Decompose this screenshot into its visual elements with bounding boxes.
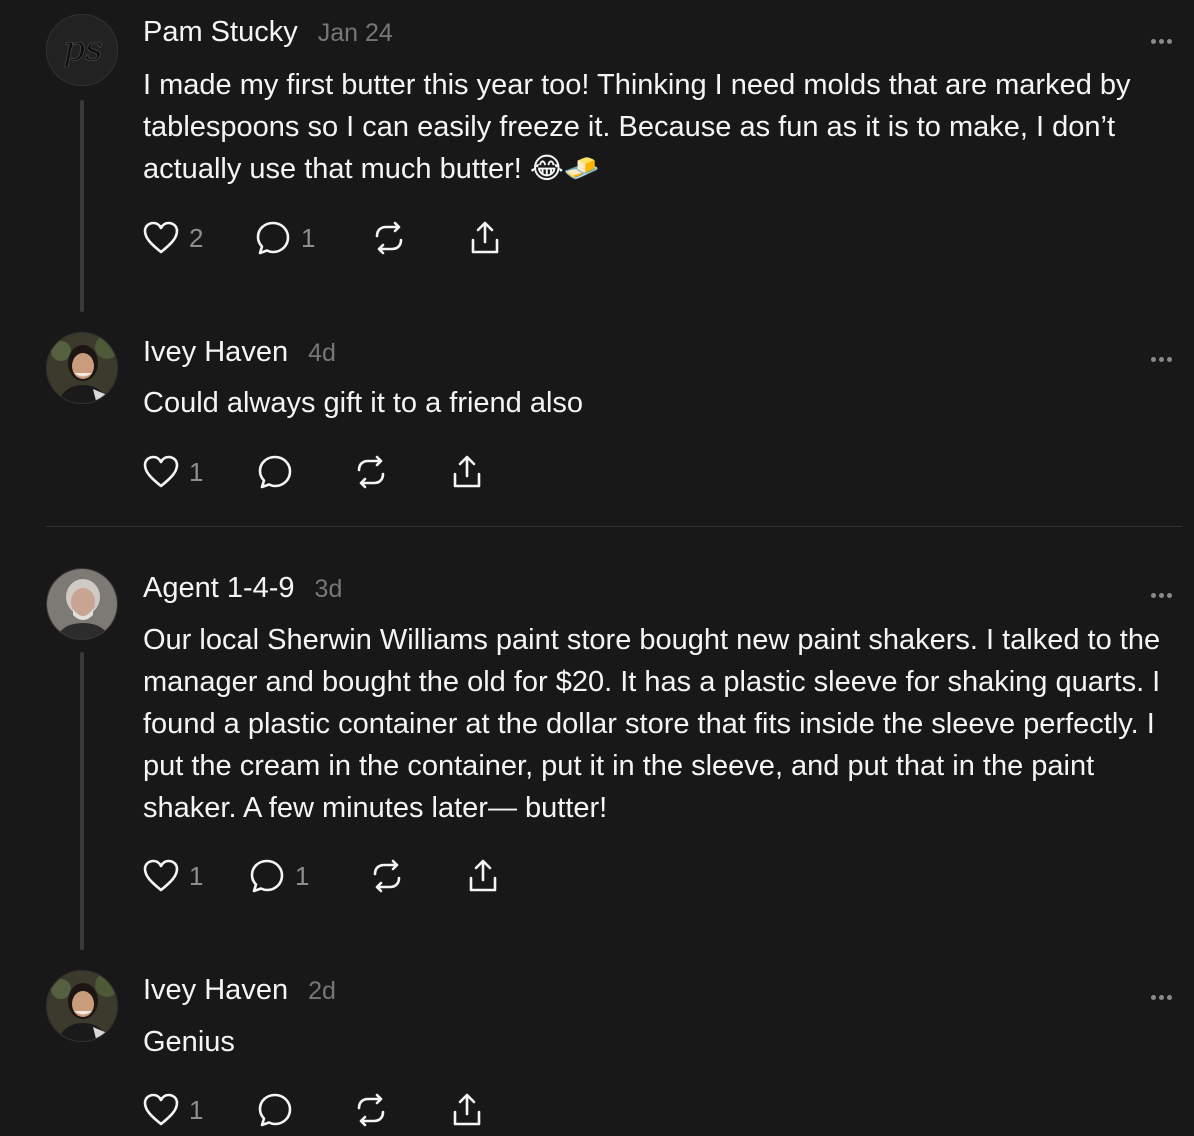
heart-icon — [143, 221, 179, 254]
share-icon — [453, 1093, 481, 1126]
post-text: Could always gift it to a friend also — [143, 387, 584, 419]
like-count: 1 — [189, 456, 204, 487]
reply-button[interactable] — [257, 452, 293, 492]
like-button[interactable]: 2 — [143, 218, 203, 258]
repost-icon — [357, 1093, 385, 1127]
action-bar: 1 1 — [143, 856, 543, 896]
ivey-haven-avatar — [47, 333, 117, 403]
thread-divider — [46, 526, 1182, 527]
repost-icon — [373, 859, 401, 893]
reply-button[interactable]: 1 — [255, 218, 315, 258]
share-button[interactable] — [449, 1090, 485, 1130]
thread-line — [80, 100, 84, 312]
repost-icon — [375, 221, 403, 255]
like-count: 1 — [189, 860, 204, 891]
author-name[interactable]: Pam Stucky — [143, 16, 298, 49]
repost-button[interactable] — [353, 452, 389, 492]
svg-text:ps: ps — [63, 29, 102, 69]
comment-icon — [258, 455, 292, 489]
share-icon — [453, 455, 481, 488]
repost-button[interactable] — [371, 218, 407, 258]
share-icon — [469, 859, 497, 892]
repost-icon — [357, 455, 385, 489]
post-text: Genius — [143, 1026, 235, 1058]
share-button[interactable] — [449, 452, 485, 492]
post-text: I made my first butter this year too! Th… — [143, 69, 1131, 185]
reply-button[interactable] — [257, 1090, 293, 1130]
more-options-icon[interactable] — [1148, 350, 1172, 362]
timestamp: 3d — [314, 575, 343, 603]
author-name[interactable]: Ivey Haven — [143, 974, 288, 1007]
post-header: Agent 1-4-9 3d — [143, 572, 342, 605]
post: Ivey Haven 4d Could always gift it to a … — [0, 320, 1194, 528]
like-button[interactable]: 1 — [143, 452, 203, 492]
post-header: Ivey Haven 4d — [143, 336, 336, 369]
reply-count: 1 — [295, 860, 310, 891]
post-text: Our local Sherwin Williams paint store b… — [143, 624, 1161, 824]
repost-button[interactable] — [353, 1090, 389, 1130]
more-options-icon[interactable] — [1148, 586, 1172, 598]
like-count: 1 — [189, 1094, 204, 1125]
more-options-icon[interactable] — [1148, 32, 1172, 44]
comment-icon — [250, 859, 284, 893]
reply-button[interactable]: 1 — [249, 856, 309, 896]
avatar[interactable]: ps — [46, 14, 118, 86]
thread-line — [80, 652, 84, 950]
post: Ivey Haven 2d Genius 1 — [0, 958, 1194, 1136]
repost-button[interactable] — [369, 856, 405, 896]
post: Agent 1-4-9 3d Our local Sherwin William… — [0, 528, 1194, 958]
heart-icon — [143, 455, 179, 488]
heart-icon — [143, 859, 179, 892]
action-bar: 1 — [143, 1090, 543, 1130]
post: ps Pam Stucky Jan 24 I made my first but… — [0, 0, 1194, 320]
like-button[interactable]: 1 — [143, 1090, 203, 1130]
heart-icon — [143, 1093, 179, 1126]
post-header: Pam Stucky Jan 24 — [143, 16, 393, 49]
timestamp: 4d — [308, 339, 336, 367]
action-bar: 1 — [143, 452, 543, 492]
ivey-haven-avatar — [47, 971, 117, 1041]
timestamp: 2d — [308, 977, 336, 1005]
comment-icon — [256, 221, 290, 255]
author-name[interactable]: Agent 1-4-9 — [143, 572, 295, 605]
post-header: Ivey Haven 2d — [143, 974, 336, 1007]
like-count: 2 — [189, 222, 204, 253]
comment-icon — [258, 1093, 292, 1127]
avatar[interactable] — [46, 970, 118, 1042]
share-button[interactable] — [465, 856, 501, 896]
share-icon — [471, 221, 499, 254]
more-options-icon[interactable] — [1148, 988, 1172, 1000]
avatar[interactable] — [46, 332, 118, 404]
agent-149-avatar — [47, 569, 117, 639]
share-button[interactable] — [467, 218, 503, 258]
timestamp: Jan 24 — [317, 19, 393, 47]
like-button[interactable]: 1 — [143, 856, 203, 896]
author-name[interactable]: Ivey Haven — [143, 336, 288, 369]
avatar[interactable] — [46, 568, 118, 640]
action-bar: 2 1 — [143, 218, 543, 258]
reply-count: 1 — [301, 222, 316, 253]
pam-stucky-avatar: ps — [47, 15, 117, 85]
